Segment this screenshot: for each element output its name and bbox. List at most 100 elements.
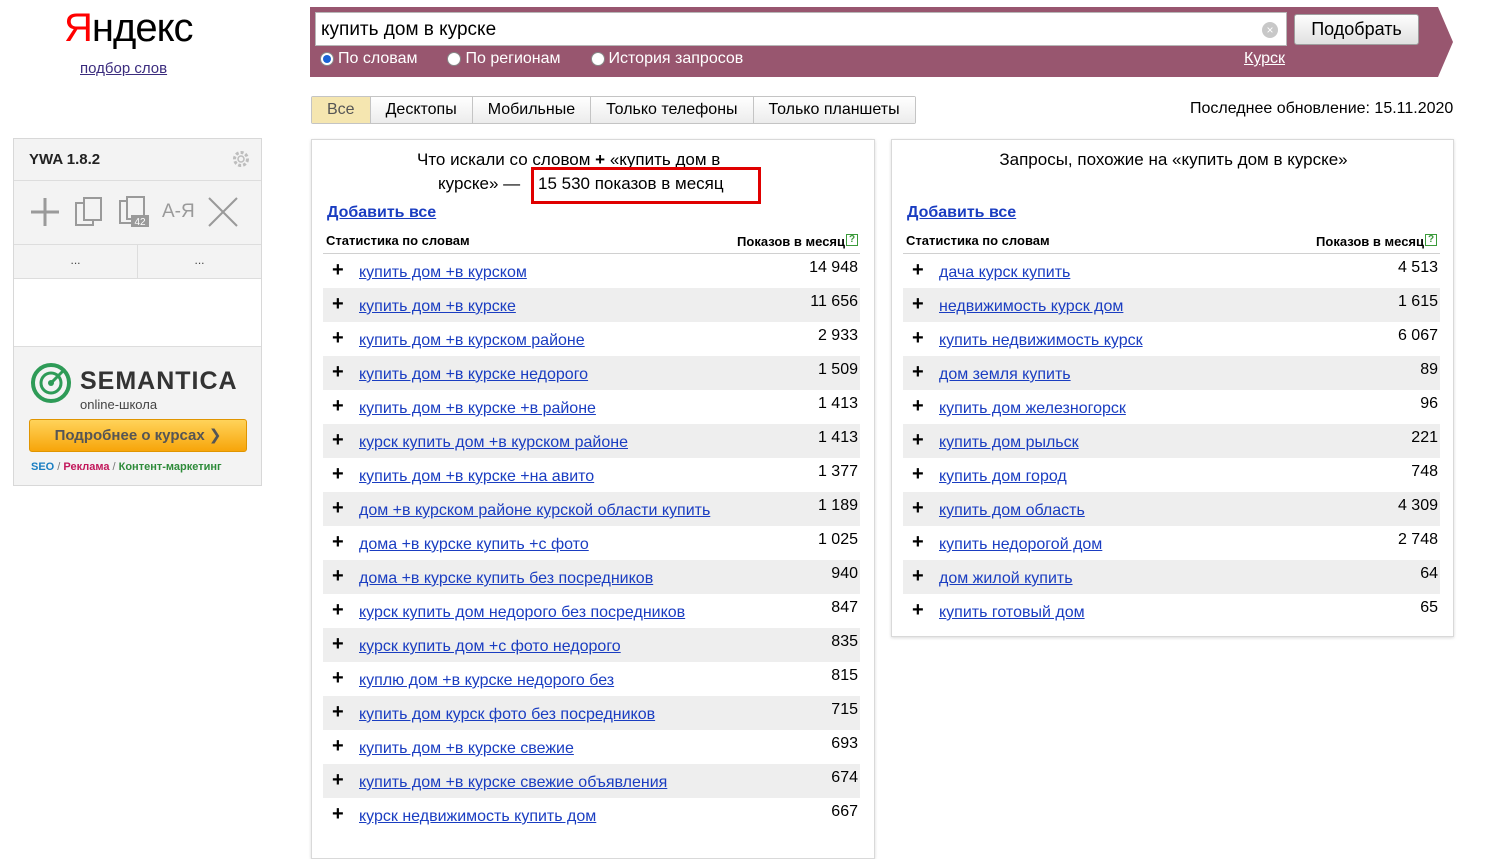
add-word-plus-icon[interactable]: +	[912, 328, 924, 348]
keyword-link[interactable]: дом +в курском районе курской области ку…	[359, 502, 710, 520]
ywa-toolbar: 42 А-Я	[14, 181, 261, 245]
plus-icon[interactable]	[28, 195, 62, 229]
table-row: + куплю дом +в курске недорого без 815	[323, 662, 860, 696]
keyword-link[interactable]: купить дом рыльск	[939, 434, 1079, 452]
keyword-link[interactable]: купить дом курск фото без посредников	[359, 706, 655, 724]
add-word-plus-icon[interactable]: +	[332, 328, 344, 348]
help-icon[interactable]: ?	[846, 234, 858, 246]
column-header-keyword: Статистика по словам	[326, 233, 470, 248]
table-row: + купить недвижимость курск 6 067	[903, 322, 1440, 356]
add-word-plus-icon[interactable]: +	[912, 396, 924, 416]
add-word-plus-icon[interactable]: +	[332, 600, 344, 620]
keyword-link[interactable]: купить недвижимость курск	[939, 332, 1143, 350]
add-word-plus-icon[interactable]: +	[912, 362, 924, 382]
tab-phones-only[interactable]: Только телефоны	[591, 97, 754, 123]
add-word-plus-icon[interactable]: +	[912, 498, 924, 518]
keyword-link[interactable]: курск недвижимость купить дом	[359, 808, 596, 826]
tab-all[interactable]: Все	[312, 97, 371, 123]
keyword-link[interactable]: купить дом +в курском	[359, 264, 527, 282]
ywa-slot-left[interactable]: ...	[14, 245, 138, 278]
copy-count-icon[interactable]: 42	[116, 195, 150, 229]
add-word-plus-icon[interactable]: +	[332, 702, 344, 722]
add-word-plus-icon[interactable]: +	[912, 600, 924, 620]
radio-icon[interactable]	[590, 52, 605, 66]
add-word-plus-icon[interactable]: +	[332, 804, 344, 824]
ywa-word-list[interactable]	[14, 279, 261, 347]
keyword-link[interactable]: купить дом +в курске +на авито	[359, 468, 594, 486]
mode-by-words[interactable]: По словам	[320, 50, 417, 68]
table-row: + курск купить дом +в курском районе 1 413	[323, 424, 860, 458]
add-word-plus-icon[interactable]: +	[332, 396, 344, 416]
keyword-link[interactable]: курск купить дом +с фото недорого	[359, 638, 621, 656]
keyword-link[interactable]: купить дом город	[939, 468, 1067, 486]
keyword-table: + купить дом +в курском 14 948 + купить дом …	[323, 253, 860, 832]
mode-label: По регионам	[465, 50, 561, 67]
close-icon[interactable]	[206, 195, 240, 229]
add-word-plus-icon[interactable]: +	[912, 294, 924, 314]
keyword-link[interactable]: дом земля купить	[939, 366, 1071, 384]
add-word-plus-icon[interactable]: +	[912, 430, 924, 450]
keyword-link[interactable]: недвижимость курск дом	[939, 298, 1123, 316]
add-word-plus-icon[interactable]: +	[912, 532, 924, 552]
mode-by-regions[interactable]: По регионам	[447, 50, 561, 68]
region-link[interactable]: Курск	[1244, 50, 1285, 68]
add-word-plus-icon[interactable]: +	[332, 430, 344, 450]
add-word-plus-icon[interactable]: +	[332, 260, 344, 280]
radio-icon[interactable]	[447, 52, 462, 66]
help-icon[interactable]: ?	[1425, 234, 1437, 246]
add-word-plus-icon[interactable]: +	[332, 668, 344, 688]
semantica-more-button[interactable]: Подробнее о курсах ❯	[29, 419, 247, 452]
ywa-title: YWA 1.8.2	[29, 151, 101, 168]
keyword-link[interactable]: купить дом +в курске	[359, 298, 516, 316]
keyword-link[interactable]: купить готовый дом	[939, 604, 1085, 622]
tab-mobile[interactable]: Мобильные	[472, 97, 592, 123]
keyword-link[interactable]: купить недорогой дом	[939, 536, 1102, 554]
keyword-link[interactable]: купить дом +в курске недорого	[359, 366, 588, 384]
add-word-plus-icon[interactable]: +	[332, 498, 344, 518]
keyword-link[interactable]: купить дом +в курске свежие	[359, 740, 574, 758]
gear-icon[interactable]	[231, 149, 251, 169]
keyword-link[interactable]: курск купить дом недорого без посреднико…	[359, 604, 685, 622]
ywa-slot-right[interactable]: ...	[138, 245, 261, 278]
search-input[interactable]: купить дом в курске ×	[315, 12, 1287, 46]
keyword-link[interactable]: дом жилой купить	[939, 570, 1073, 588]
add-all-button[interactable]: Добавить все	[907, 204, 1016, 222]
radio-selected-icon[interactable]	[320, 52, 334, 66]
wordstat-link[interactable]: подбор слов	[80, 60, 167, 77]
similar-panel: Запросы, похожие на «купить дом в курске…	[891, 139, 1454, 637]
keyword-link[interactable]: дома +в курске купить без посредников	[359, 570, 653, 588]
add-word-plus-icon[interactable]: +	[332, 770, 344, 790]
keyword-link[interactable]: куплю дом +в курске недорого без	[359, 672, 614, 690]
tab-desktops[interactable]: Десктопы	[370, 97, 473, 123]
add-word-plus-icon[interactable]: +	[912, 260, 924, 280]
impressions-count: 715	[831, 701, 858, 718]
keyword-link[interactable]: купить дом +в курске свежие объявления	[359, 774, 667, 792]
clear-icon[interactable]: ×	[1262, 22, 1278, 38]
add-word-plus-icon[interactable]: +	[332, 294, 344, 314]
keyword-link[interactable]: дома +в курске купить +с фото	[359, 536, 589, 554]
add-word-plus-icon[interactable]: +	[332, 362, 344, 382]
add-word-plus-icon[interactable]: +	[332, 566, 344, 586]
add-all-button[interactable]: Добавить все	[327, 204, 436, 222]
add-word-plus-icon[interactable]: +	[332, 464, 344, 484]
keyword-link[interactable]: курск купить дом +в курском районе	[359, 434, 628, 452]
impressions-count: 11 656	[810, 293, 858, 310]
table-row: + купить дом +в курске свежие 693	[323, 730, 860, 764]
keyword-link[interactable]: купить дом +в курске +в районе	[359, 400, 596, 418]
sort-az-icon[interactable]: А-Я	[162, 201, 202, 235]
yandex-logo[interactable]: Яндекс	[64, 4, 194, 52]
table-row: + купить дом курск фото без посредников 71…	[323, 696, 860, 730]
add-word-plus-icon[interactable]: +	[332, 736, 344, 756]
keyword-link[interactable]: дача курск купить	[939, 264, 1070, 282]
add-word-plus-icon[interactable]: +	[912, 464, 924, 484]
add-word-plus-icon[interactable]: +	[332, 634, 344, 654]
mode-history[interactable]: История запросов	[590, 50, 743, 68]
keyword-link[interactable]: купить дом железногорск	[939, 400, 1126, 418]
keyword-link[interactable]: купить дом +в курском районе	[359, 332, 585, 350]
keyword-link[interactable]: купить дом область	[939, 502, 1085, 520]
add-word-plus-icon[interactable]: +	[332, 532, 344, 552]
search-submit-button[interactable]: Подобрать	[1294, 14, 1419, 45]
add-word-plus-icon[interactable]: +	[912, 566, 924, 586]
copy-icon[interactable]	[72, 195, 106, 229]
tab-tablets-only[interactable]: Только планшеты	[753, 97, 915, 123]
